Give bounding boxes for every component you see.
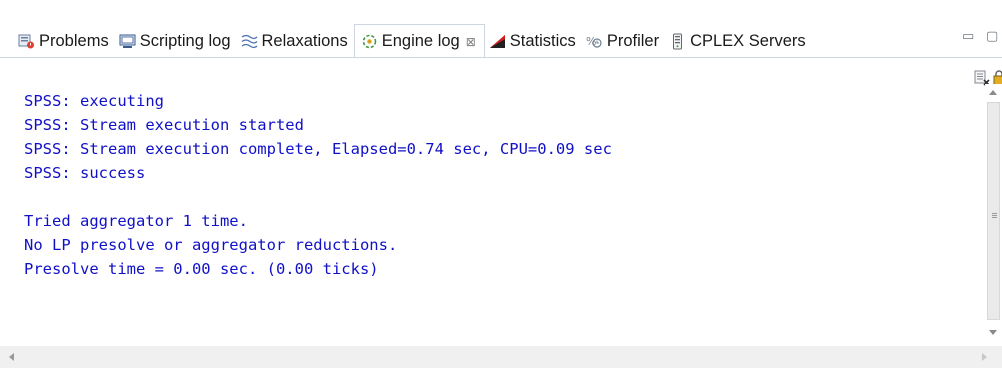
scripting-log-icon [119, 33, 136, 50]
tab-label: Relaxations [261, 31, 348, 50]
profiler-icon: % [586, 33, 603, 50]
problems-icon [18, 33, 35, 50]
tab-strip: Problems Scripting log Relaxations Engin… [14, 24, 812, 58]
tab-profiler[interactable]: % Profiler [582, 25, 665, 57]
minimize-view-icon[interactable]: ▭ [962, 28, 974, 44]
log-line: SPSS: success [24, 164, 146, 182]
vertical-scrollbar[interactable] [985, 84, 1002, 342]
tab-problems[interactable]: Problems [14, 25, 115, 57]
relaxations-icon [241, 33, 258, 50]
vertical-scroll-thumb[interactable] [987, 102, 1000, 320]
tab-label: Scripting log [139, 31, 231, 50]
log-line: Presolve time = 0.00 sec. (0.00 ticks) [24, 260, 379, 278]
log-line: SPSS: Stream execution started [24, 116, 304, 134]
tab-statistics[interactable]: Statistics [485, 25, 582, 57]
engine-log-view: Problems Scripting log Relaxations Engin… [0, 0, 1002, 368]
scroll-left-arrow-icon[interactable] [9, 353, 14, 361]
log-line: SPSS: executing [24, 92, 164, 110]
maximize-view-icon[interactable]: ▢ [986, 28, 998, 44]
tab-scripting-log[interactable]: Scripting log [115, 25, 237, 57]
log-line: SPSS: Stream execution complete, Elapsed… [24, 140, 612, 158]
horizontal-scrollbar[interactable] [0, 346, 1002, 368]
log-line: No LP presolve or aggregator reductions. [24, 236, 398, 254]
log-line: Tried aggregator 1 time. [24, 212, 248, 230]
tab-label: Statistics [509, 31, 576, 50]
scroll-right-arrow-icon[interactable] [982, 353, 987, 361]
engine-log-output: SPSS: executing SPSS: Stream execution st… [24, 89, 612, 281]
tab-label: Profiler [606, 31, 660, 50]
tab-engine-log[interactable]: Engine log ⊠ [353, 24, 485, 58]
tab-relaxations[interactable]: Relaxations [237, 25, 354, 57]
tab-cplex-servers[interactable]: CPLEX Servers [665, 25, 812, 57]
close-tab-icon[interactable]: ⊠ [466, 35, 476, 49]
tab-label: Problems [39, 31, 109, 50]
tab-label: CPLEX Servers [690, 31, 806, 50]
grip-icon [992, 213, 997, 214]
cplex-servers-icon [669, 33, 686, 50]
scroll-up-arrow-icon[interactable] [989, 90, 997, 95]
scroll-down-arrow-icon[interactable] [989, 330, 997, 335]
tab-label: Engine log [381, 32, 460, 50]
engine-log-icon [361, 33, 378, 50]
statistics-icon [489, 33, 506, 50]
